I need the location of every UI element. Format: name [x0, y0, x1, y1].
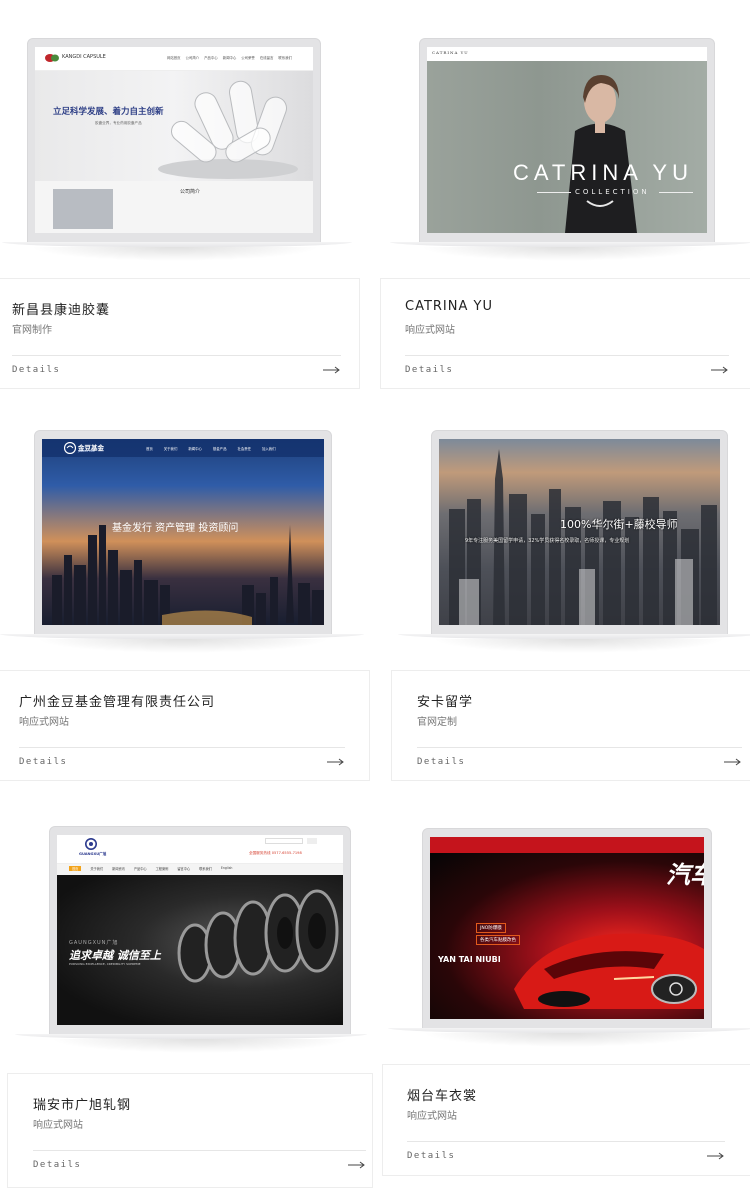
model-figure — [565, 75, 637, 233]
guangxu-brand-en: GAUNGXUN广旭 — [69, 940, 119, 946]
project-title[interactable]: 广州金豆基金管理有限责任公司 — [19, 691, 215, 710]
site-screenshot: CATRINA YU CATRINA YU COLLECTION — [427, 47, 707, 233]
kangdi-brand: KANGDI CAPSULE — [62, 54, 106, 60]
details-link[interactable]: Details — [33, 1160, 81, 1170]
red-car-image — [514, 933, 704, 1009]
site-screenshot: 金豆基金 JINDOUFUND 首页 关于我们 新闻中心 基金产品 社会责任 加入我们 基… — [42, 439, 324, 625]
project-card[interactable]: 烟台车衣裳 响应式网站 Details — [382, 1064, 750, 1176]
jindou-brand-en: JINDOUFUND — [78, 450, 95, 453]
catrina-hero — [427, 61, 707, 233]
project-subtitle: 响应式网站 — [33, 1120, 83, 1131]
yantai-headline: YAN TAI NIUBI — [438, 955, 501, 964]
project-title[interactable]: 新昌县康迪胶囊 — [12, 299, 110, 318]
divider — [417, 747, 742, 748]
jindou-nav-items: 首页 关于我们 新闻中心 基金产品 社会责任 加入我们 — [146, 447, 276, 451]
details-link[interactable]: Details — [407, 1151, 455, 1161]
jindou-logo-icon — [64, 442, 76, 454]
laptop-screen[interactable]: 金豆基金 JINDOUFUND 首页 关于我们 新闻中心 基金产品 社会责任 加入我们 基… — [34, 430, 332, 636]
laptop-shadow — [30, 247, 320, 261]
project-card[interactable]: 广州金豆基金管理有限责任公司 响应式网站 Details — [0, 670, 370, 781]
divider — [33, 1150, 366, 1151]
project-card[interactable]: 新昌县康迪胶囊 官网制作 Details — [0, 278, 360, 389]
kangdi-slogan-sub: 胶囊业界，专业药用胶囊产品 — [95, 121, 142, 125]
jindou-headline: 基金发行 资产管理 投资顾问 — [112, 523, 239, 534]
arrow-right-icon[interactable] — [327, 757, 345, 767]
arrow-right-icon[interactable] — [711, 365, 729, 375]
project-title[interactable]: 安卡留学 — [417, 691, 473, 710]
site-screenshot: 100%华尔街+藤校导师 9年专注服务美国留学申请，32%学员获得名校录取，名师… — [439, 439, 720, 625]
guangxu-logo-icon — [85, 838, 97, 850]
anka-hero — [439, 439, 720, 625]
laptop-screen[interactable]: GUANGXU广旭 全国服务热线 0577-6555-7198 首页 关于我们 新闻… — [49, 826, 351, 1036]
yantai-badge-2: 各类汽车贴膜改色 — [476, 935, 520, 945]
yantai-badge-1: JNO防爆膜 — [476, 923, 506, 933]
laptop-shadow — [422, 1033, 712, 1047]
guangxu-hotline: 全国服务热线 0577-6555-7198 — [249, 851, 302, 855]
arrow-right-icon[interactable] — [348, 1160, 366, 1170]
divider — [405, 355, 729, 356]
guangxu-nav: 首页 关于我们 新闻资讯 产品中心 工程案例 留言中心 联系我们 English — [57, 863, 343, 875]
arrow-right-icon[interactable] — [707, 1151, 725, 1161]
guangxu-brand: GUANGXU广旭 — [79, 852, 107, 856]
kangdi-section-label: 公司简介 — [180, 189, 201, 195]
laptop-screen[interactable]: CATRINA YU CATRINA YU COLLECTION — [419, 38, 715, 244]
jindou-nav: 金豆基金 JINDOUFUND 首页 关于我们 新闻中心 基金产品 社会责任 加入我们 — [42, 439, 324, 457]
capsule-image — [158, 80, 298, 179]
project-title[interactable]: 烟台车衣裳 — [407, 1085, 477, 1104]
project-subtitle: 官网定制 — [417, 717, 457, 728]
laptop-screen[interactable]: 汽车 JNO防爆膜 各类汽车贴膜改色 YAN TAI NIUBI — [422, 828, 712, 1030]
project-card[interactable]: CATRINA YU 响应式网站 Details — [380, 278, 750, 389]
guangxu-headline: 追求卓越 诚信至上 — [69, 949, 161, 962]
project-title[interactable]: CATRINA YU — [405, 299, 493, 314]
details-link[interactable]: Details — [417, 757, 465, 767]
site-screenshot: GUANGXU广旭 全国服务热线 0577-6555-7198 首页 关于我们 新闻… — [57, 835, 343, 1025]
manhattan-skyline — [449, 449, 717, 625]
project-subtitle: 响应式网站 — [19, 717, 69, 728]
project-title[interactable]: 瑞安市广旭轧钢 — [33, 1094, 131, 1113]
laptop-screen[interactable]: 100%华尔街+藤校导师 9年专注服务美国留学申请，32%学员获得名校录取，名师… — [431, 430, 728, 636]
project-subtitle: 官网制作 — [12, 325, 52, 336]
kangdi-slogan: 立足科学发展、着力自主创新 — [53, 107, 164, 117]
laptop-screen[interactable]: KANGDI CAPSULE 网站首页 公司简介 产品中心 新闻中心 公司荣誉 在线留言联… — [27, 38, 321, 244]
kangdi-hero: 立足科学发展、着力自主创新 胶囊业界，专业药用胶囊产品 — [35, 71, 313, 181]
details-link[interactable]: Details — [12, 365, 60, 375]
yantai-nav-bar — [430, 837, 704, 853]
site-screenshot: KANGDI CAPSULE 网站首页 公司简介 产品中心 新闻中心 公司荣誉 在线留言联… — [35, 47, 313, 233]
catrina-tagline: COLLECTION — [575, 188, 650, 196]
steel-coil-image — [177, 889, 339, 983]
arrow-right-icon[interactable] — [724, 757, 742, 767]
project-subtitle: 响应式网站 — [407, 1111, 457, 1122]
project-subtitle: 响应式网站 — [405, 325, 455, 336]
divider — [19, 747, 345, 748]
anka-headline: 100%华尔街+藤校导师 — [560, 518, 678, 531]
laptop-shadow — [50, 1039, 350, 1053]
laptop-shadow — [432, 639, 726, 653]
arrow-right-icon[interactable] — [323, 365, 341, 375]
yantai-big-text: 汽车 — [666, 861, 704, 889]
catrina-brand: CATRINA YU — [432, 50, 469, 55]
project-card[interactable]: 瑞安市广旭轧钢 响应式网站 Details — [7, 1073, 373, 1188]
details-link[interactable]: Details — [19, 757, 67, 767]
site-screenshot: 汽车 JNO防爆膜 各类汽车贴膜改色 YAN TAI NIUBI — [430, 837, 704, 1019]
laptop-shadow — [36, 639, 330, 653]
details-link[interactable]: Details — [405, 365, 453, 375]
divider — [12, 355, 341, 356]
anka-subline: 9年专注服务美国留学申请，32%学员获得名校录取，名师授课，专业规划 — [465, 538, 630, 544]
laptop-shadow — [420, 247, 710, 261]
project-card[interactable]: 安卡留学 官网定制 Details — [391, 670, 750, 781]
guangxu-tagline: PURSUING EXCELLENCE, CREDIBILITY SUPREME — [69, 962, 141, 966]
kangdi-nav: 网站首页 公司简介 产品中心 新闻中心 公司荣誉 在线留言 联系我们 — [167, 56, 292, 60]
kangdi-logo-icon — [45, 54, 59, 62]
divider — [407, 1141, 725, 1142]
catrina-headline: CATRINA YU — [513, 160, 693, 185]
yantai-hero — [430, 853, 704, 1019]
